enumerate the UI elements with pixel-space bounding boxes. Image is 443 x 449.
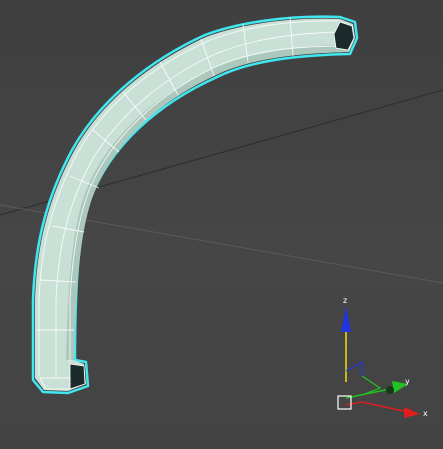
tube-shading xyxy=(66,44,349,360)
z-axis-arrow[interactable] xyxy=(341,306,351,332)
y-axis-label: y xyxy=(405,377,410,386)
x-axis-tail xyxy=(345,401,363,406)
3d-viewport[interactable]: z y x xyxy=(0,0,443,449)
xz-plane-handle[interactable] xyxy=(345,360,363,376)
viewport-canvas[interactable]: z y x xyxy=(0,0,443,449)
y-axis-knob[interactable] xyxy=(386,386,394,394)
x-axis-stem[interactable] xyxy=(361,401,409,413)
x-axis-label: x xyxy=(423,409,428,418)
selected-tube-object[interactable] xyxy=(31,15,359,395)
z-axis-label: z xyxy=(343,296,347,305)
transform-gizmo[interactable]: z y x xyxy=(337,296,428,418)
x-axis-arrow[interactable] xyxy=(404,407,420,418)
